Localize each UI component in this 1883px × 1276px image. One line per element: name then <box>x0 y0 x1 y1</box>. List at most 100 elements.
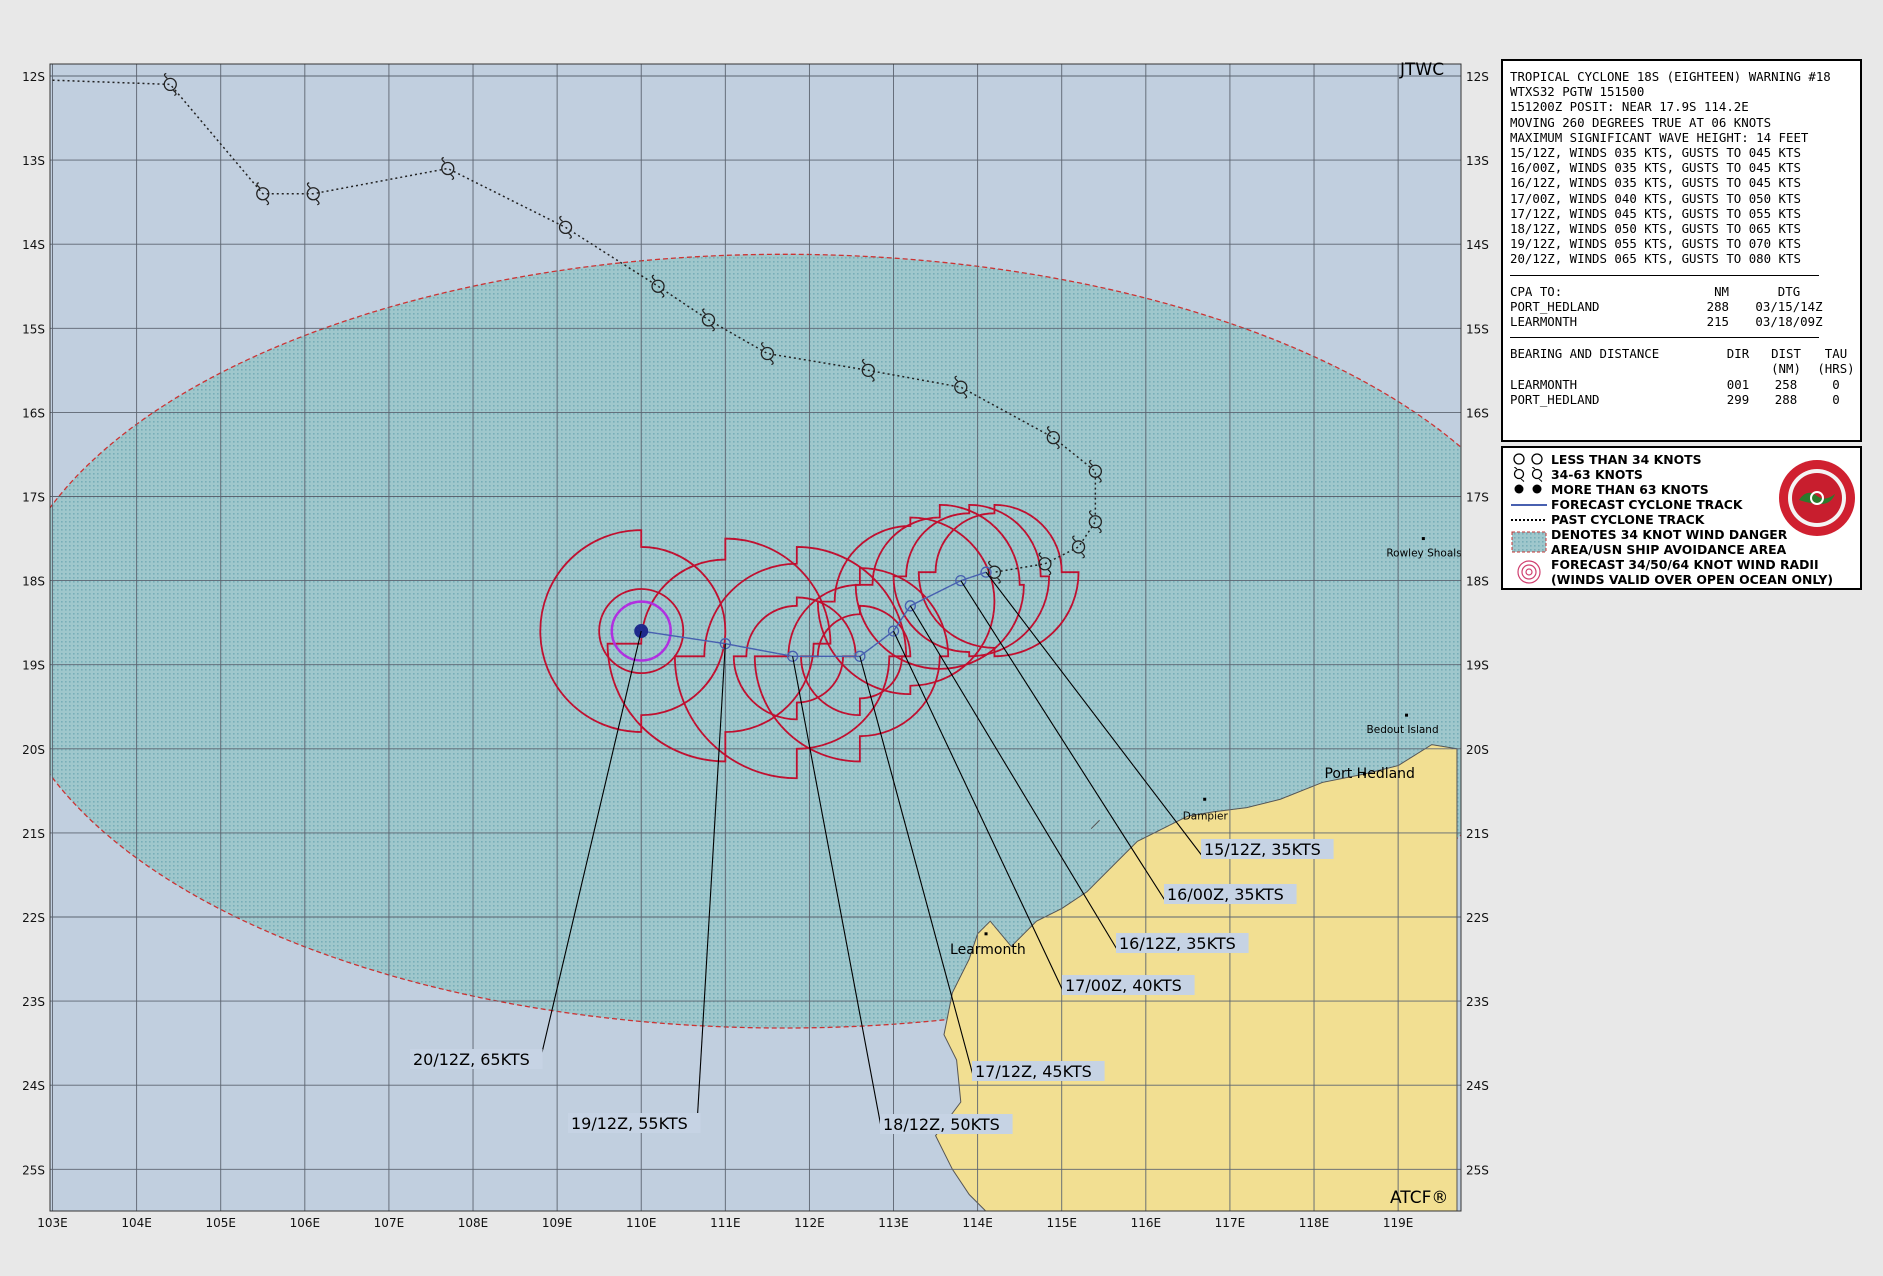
bearing-place: PORT_HEDLAND <box>1510 391 1600 407</box>
legend-label: PAST CYCLONE TRACK <box>1551 512 1705 527</box>
wind-radii-swatch-icon <box>1517 560 1541 584</box>
legend-label: AREA/USN SHIP AVOIDANCE AREA <box>1551 542 1787 557</box>
lat-label: 14S <box>1466 238 1489 252</box>
warning-lines: TROPICAL CYCLONE 18S (EIGHTEEN) WARNING … <box>1510 69 1853 267</box>
bearing-dir: 001 <box>1726 376 1750 392</box>
lon-label: 116E <box>1131 1216 1162 1230</box>
lon-label: 112E <box>794 1216 825 1230</box>
lat-label: 16S <box>1466 406 1489 420</box>
warning-line: 16/12Z, WINDS 035 KTS, GUSTS TO 045 KTS <box>1510 175 1801 191</box>
cpa-nm: 215 <box>1706 314 1729 330</box>
legend-label: FORECAST CYCLONE TRACK <box>1551 497 1743 512</box>
lat-label: 20S <box>22 743 45 757</box>
forecast-track-line-icon <box>1511 504 1547 506</box>
lon-label: 119E <box>1383 1216 1414 1230</box>
lat-label: 25S <box>1466 1163 1489 1177</box>
storm-symbol-icon <box>1513 467 1543 482</box>
lat-label: 14S <box>22 238 45 252</box>
warning-line: WTXS32 PGTW 151500 <box>1510 84 1645 100</box>
lon-label: 115E <box>1046 1216 1077 1230</box>
lat-label: 24S <box>1466 1079 1489 1093</box>
legend-label: FORECAST 34/50/64 KNOT WIND RADII <box>1551 557 1819 572</box>
lat-label: 23S <box>1466 995 1489 1009</box>
typhoon-symbol-icon <box>1514 484 1542 494</box>
lat-label: 12S <box>1466 70 1489 84</box>
lat-label: 21S <box>1466 827 1489 841</box>
lat-label: 12S <box>22 70 45 84</box>
lon-label: 105E <box>205 1216 236 1230</box>
legend-label: LESS THAN 34 KNOTS <box>1551 452 1702 467</box>
lat-label: 21S <box>22 827 45 841</box>
bearing-tau: 0 <box>1832 391 1840 407</box>
lon-label: 104E <box>121 1216 152 1230</box>
lon-label: 117E <box>1215 1216 1246 1230</box>
forecast-label: 15/12Z, 35KTS <box>1204 840 1321 859</box>
bearing-tau-header: TAU <box>1824 346 1848 362</box>
jtwc-seal-icon <box>1779 460 1855 536</box>
cpa-dtg-header: DTG <box>1777 283 1801 299</box>
forecast-label: 16/12Z, 35KTS <box>1119 934 1236 953</box>
warning-line: 15/12Z, WINDS 035 KTS, GUSTS TO 045 KTS <box>1510 145 1801 161</box>
place-label: Learmonth <box>950 942 1026 958</box>
lon-label: 114E <box>962 1216 993 1230</box>
forecast-label: 17/00Z, 40KTS <box>1065 976 1182 995</box>
cpa-place: PORT_HEDLAND <box>1510 298 1600 314</box>
lat-label: 22S <box>1466 911 1489 925</box>
bearing-title: BEARING AND DISTANCE <box>1510 346 1660 362</box>
forecast-label: 18/12Z, 50KTS <box>883 1115 1000 1134</box>
lon-label: 108E <box>458 1216 489 1230</box>
lat-label: 18S <box>1466 575 1489 589</box>
weak-storm-symbol-icon <box>1513 453 1543 465</box>
warning-line: 19/12Z, WINDS 055 KTS, GUSTS TO 070 KTS <box>1510 236 1801 252</box>
lat-label: 13S <box>1466 154 1489 168</box>
place-label: Dampier <box>1183 810 1229 822</box>
place-marker <box>1203 797 1207 801</box>
lat-label: 22S <box>22 911 45 925</box>
bearing-dist: 288 <box>1774 391 1798 407</box>
lat-label: 17S <box>1466 491 1489 505</box>
cpa-nm: 288 <box>1706 298 1729 314</box>
lon-label: 107E <box>374 1216 405 1230</box>
place-marker <box>984 932 988 936</box>
divider <box>1510 337 1819 339</box>
forecast-label: 17/12Z, 45KTS <box>975 1062 1092 1081</box>
lat-label: 16S <box>22 406 45 420</box>
lon-label: 113E <box>878 1216 909 1230</box>
warning-line: 17/00Z, WINDS 040 KTS, GUSTS TO 050 KTS <box>1510 190 1801 206</box>
danger-area-swatch-icon <box>1511 531 1547 553</box>
lon-label: 111E <box>710 1216 741 1230</box>
bearing-tau-unit: (HRS) <box>1817 361 1855 377</box>
legend-label: DENOTES 34 KNOT WIND DANGER <box>1551 527 1788 542</box>
bearing-tau: 0 <box>1832 376 1840 392</box>
bearing-dist-header: DIST <box>1771 346 1801 362</box>
lat-label: 15S <box>1466 322 1489 336</box>
cpa-to-header: CPA TO: <box>1510 283 1563 299</box>
place-label: Bedout Island <box>1367 724 1439 736</box>
bearing-dist-unit: (NM) <box>1771 361 1801 377</box>
warning-info-panel: TROPICAL CYCLONE 18S (EIGHTEEN) WARNING … <box>1501 59 1862 442</box>
warning-line: 151200Z POSIT: NEAR 17.9S 114.2E <box>1510 99 1749 115</box>
warning-line: 20/12Z, WINDS 065 KTS, GUSTS TO 080 KTS <box>1510 251 1801 267</box>
divider <box>1510 274 1819 276</box>
forecast-label: 16/00Z, 35KTS <box>1167 885 1284 904</box>
warning-line: 17/12Z, WINDS 045 KTS, GUSTS TO 055 KTS <box>1510 205 1801 221</box>
legend-label: MORE THAN 63 KNOTS <box>1551 482 1709 497</box>
bearing-table: BEARING AND DISTANCE DIR DIST TAU (NM) (… <box>1510 346 1855 407</box>
lat-label: 19S <box>1466 659 1489 673</box>
jtwc-corner-label: JTWC <box>1400 60 1445 80</box>
warning-line: MAXIMUM SIGNIFICANT WAVE HEIGHT: 14 FEET <box>1510 129 1809 145</box>
warning-line: 18/12Z, WINDS 050 KTS, GUSTS TO 065 KTS <box>1510 221 1801 237</box>
lon-label: 106E <box>290 1216 321 1230</box>
lat-label: 18S <box>22 575 45 589</box>
lat-label: 24S <box>22 1079 45 1093</box>
forecast-label: 19/12Z, 55KTS <box>571 1114 688 1133</box>
cpa-dtg: 03/18/09Z <box>1755 314 1823 330</box>
place-marker <box>1421 537 1425 541</box>
lon-label: 109E <box>542 1216 573 1230</box>
bearing-dir: 299 <box>1726 391 1750 407</box>
lon-label: 110E <box>626 1216 657 1230</box>
warning-line: TROPICAL CYCLONE 18S (EIGHTEEN) WARNING … <box>1510 69 1831 84</box>
bearing-dir-header: DIR <box>1726 346 1750 362</box>
cpa-place: LEARMONTH <box>1510 314 1578 330</box>
cpa-nm-header: NM <box>1714 283 1729 299</box>
